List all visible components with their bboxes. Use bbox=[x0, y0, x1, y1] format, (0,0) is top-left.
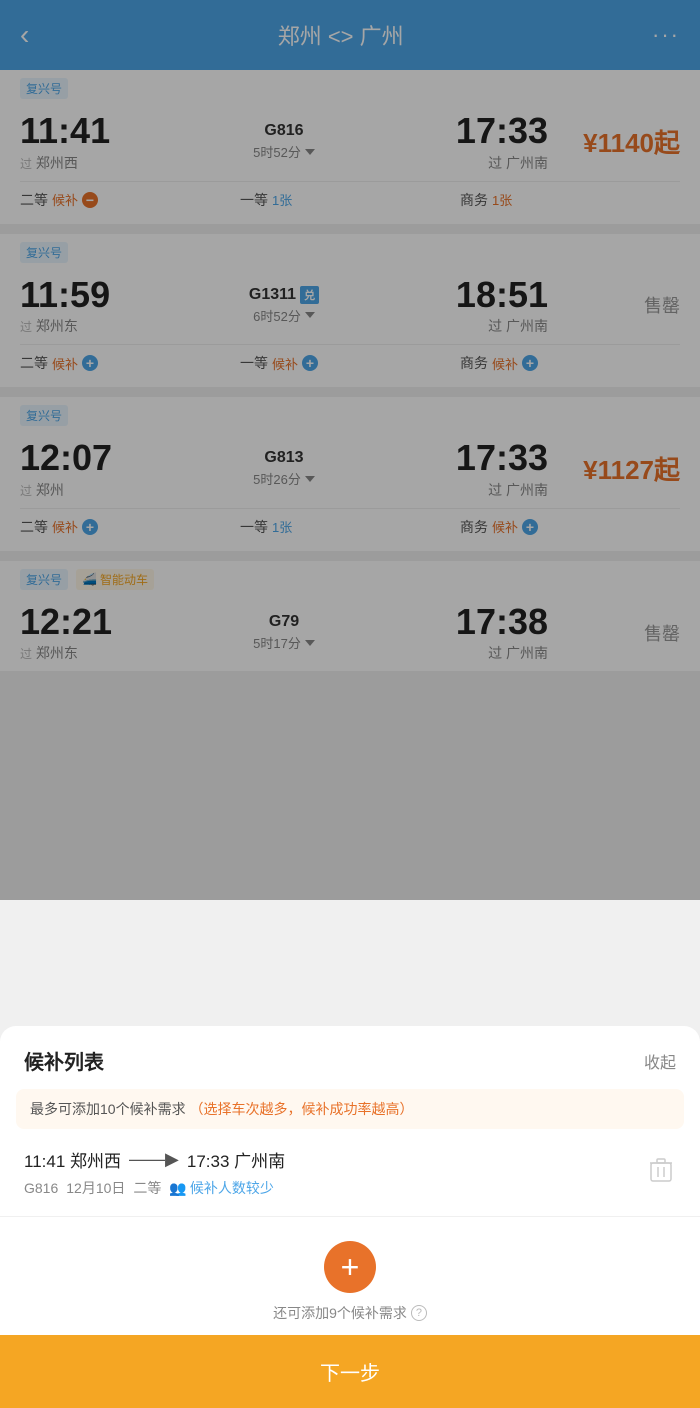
bottom-sheet: 候补列表 收起 最多可添加10个候补需求 （选择车次越多，候补成功率越高） 11… bbox=[0, 1026, 700, 1408]
route-arrive: 17:33 广州南 bbox=[187, 1147, 285, 1172]
add-button[interactable]: + bbox=[324, 1241, 376, 1293]
item-meta: G816 12月10日 二等 👥 候补人数较少 bbox=[24, 1178, 646, 1198]
sheet-title: 候补列表 bbox=[24, 1046, 104, 1075]
sheet-list-item[interactable]: 11:41 郑州西 ——▶ 17:33 广州南 G816 12月10日 二等 👥… bbox=[0, 1129, 700, 1217]
sheet-notice: 最多可添加10个候补需求 （选择车次越多，候补成功率越高） bbox=[16, 1089, 684, 1129]
sheet-close-button[interactable]: 收起 bbox=[644, 1049, 676, 1073]
add-hint: 还可添加9个候补需求 ? bbox=[0, 1303, 700, 1323]
route-arrow-icon: ——▶ bbox=[129, 1149, 179, 1170]
few-label: 候补人数较少 bbox=[190, 1178, 274, 1198]
notice-highlight: （选择车次越多，候补成功率越高） bbox=[189, 1101, 413, 1117]
sheet-header: 候补列表 收起 bbox=[0, 1026, 700, 1089]
meta-train: G816 bbox=[24, 1180, 58, 1196]
people-icon: 👥 bbox=[169, 1180, 186, 1197]
overlay bbox=[0, 0, 700, 900]
meta-date: 12月10日 bbox=[66, 1178, 125, 1198]
delete-button[interactable] bbox=[646, 1153, 676, 1193]
meta-few: 👥 候补人数较少 bbox=[169, 1178, 273, 1198]
meta-seat: 二等 bbox=[133, 1178, 161, 1198]
sheet-add-area: + 还可添加9个候补需求 ? bbox=[0, 1217, 700, 1335]
hint-info-icon: ? bbox=[411, 1305, 427, 1321]
hint-text: 还可添加9个候补需求 bbox=[273, 1303, 407, 1323]
route-depart: 11:41 郑州西 bbox=[24, 1147, 121, 1172]
notice-text: 最多可添加10个候补需求 bbox=[30, 1101, 186, 1117]
item-left: 11:41 郑州西 ——▶ 17:33 广州南 G816 12月10日 二等 👥… bbox=[24, 1147, 646, 1198]
sheet-route: 11:41 郑州西 ——▶ 17:33 广州南 bbox=[24, 1147, 646, 1172]
next-button[interactable]: 下一步 bbox=[0, 1335, 700, 1408]
